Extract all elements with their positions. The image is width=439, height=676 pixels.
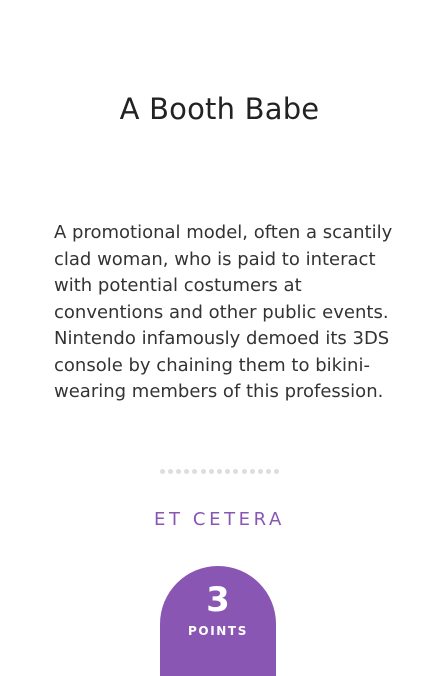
divider-dot bbox=[176, 469, 182, 474]
dotted-divider bbox=[0, 469, 439, 474]
divider-dot bbox=[217, 469, 222, 474]
divider-dot bbox=[233, 469, 239, 474]
divider-dot bbox=[266, 469, 272, 474]
divider-dot bbox=[225, 469, 231, 474]
points-badge: 3 POINTS bbox=[160, 566, 276, 676]
divider-dot bbox=[249, 469, 255, 474]
divider-dot bbox=[159, 469, 165, 474]
divider-dot bbox=[200, 469, 206, 474]
divider-dot bbox=[208, 469, 214, 474]
divider-dot bbox=[184, 469, 190, 474]
divider-dot bbox=[167, 469, 173, 474]
card: A Booth Babe A promotional model, often … bbox=[0, 0, 439, 676]
divider-dot bbox=[192, 469, 198, 474]
divider-dot bbox=[274, 469, 280, 474]
points-value: 3 bbox=[206, 580, 230, 620]
divider-dot bbox=[257, 469, 263, 474]
card-title: A Booth Babe bbox=[119, 92, 320, 126]
points-label: POINTS bbox=[188, 624, 248, 638]
card-definition: A promotional model, often a scantily cl… bbox=[54, 222, 393, 402]
card-category: ET CETERA bbox=[154, 509, 285, 530]
divider-dot bbox=[241, 469, 247, 474]
